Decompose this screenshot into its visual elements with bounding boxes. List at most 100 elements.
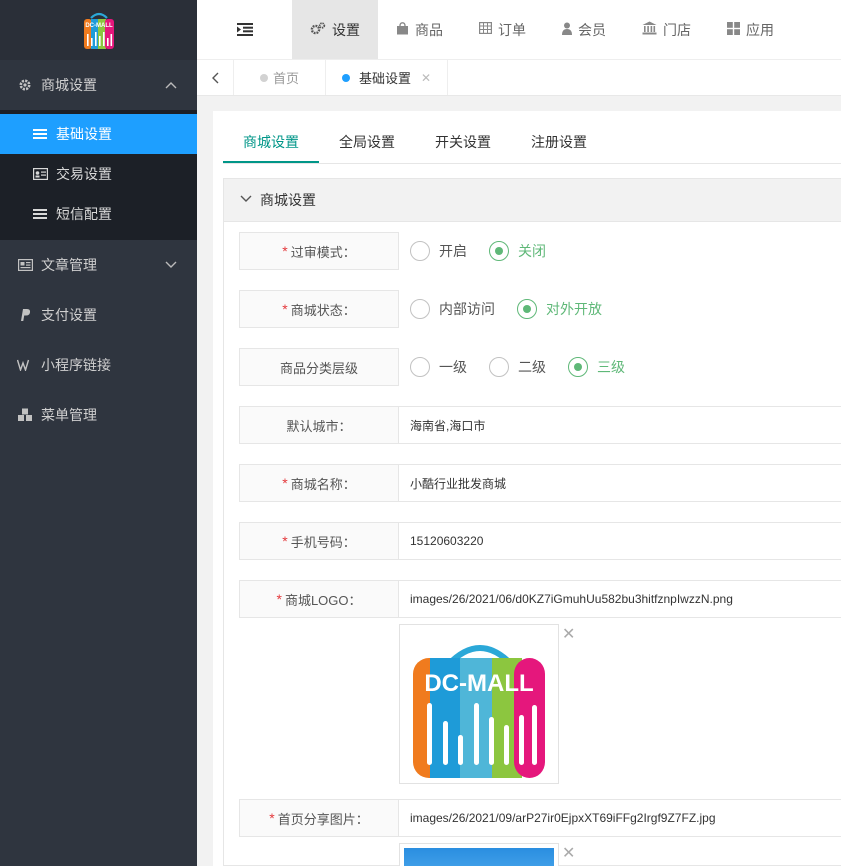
field-label-text: 默认城市：: [286, 418, 352, 434]
menu-group-mall-settings: 商城设置 基础设置 交易设置 短信配置: [0, 60, 197, 240]
topnav-tab-label: 会员: [578, 21, 606, 38]
page-tab-home[interactable]: 首页: [234, 60, 327, 95]
field-label-text: 商城状态：: [290, 302, 356, 318]
radio-review-off[interactable]: 关闭: [489, 241, 546, 261]
tabs-scroll-left-button[interactable]: [197, 60, 234, 95]
id-card-icon: [32, 168, 48, 180]
page-tab-label: 首页: [273, 71, 300, 86]
tab-switch-settings[interactable]: 开关设置: [415, 124, 511, 163]
radio-label: 对外开放: [546, 301, 602, 317]
tab-register-settings[interactable]: 注册设置: [511, 124, 607, 163]
radio-circle: [410, 241, 430, 261]
th-large-icon: [727, 21, 740, 38]
topnav-tab-stores[interactable]: 门店: [624, 0, 709, 59]
chevron-left-icon: [212, 72, 219, 83]
close-tab-icon[interactable]: ✕: [421, 71, 431, 85]
menu-item-label: 小程序链接: [41, 357, 111, 373]
topnav-tab-label: 应用: [746, 21, 774, 38]
radio-circle: [517, 299, 537, 319]
mall-name-input[interactable]: 小酷行业批发商城: [399, 464, 841, 502]
menu-item-label: 菜单管理: [41, 407, 97, 423]
phone-input[interactable]: 15120603220: [399, 522, 841, 560]
remove-logo-icon[interactable]: ✕: [562, 624, 575, 644]
user-icon: [562, 22, 572, 38]
menu-item-label: 支付设置: [41, 307, 97, 323]
review-mode-radios: 开启 关闭: [399, 232, 568, 270]
topnav-tab-label: 设置: [332, 21, 360, 38]
topnav-tab-members[interactable]: 会员: [544, 0, 624, 59]
tab-status-dot: [260, 73, 268, 82]
share-image-path-input[interactable]: images/26/2021/09/arP27ir0EjpxXT69iFFg2I…: [399, 799, 841, 837]
settings-subtabs: 商城设置 全局设置 开关设置 注册设置: [223, 124, 841, 164]
chevron-up-icon: [165, 78, 177, 92]
tab-mall-settings[interactable]: 商城设置: [223, 124, 319, 163]
tab-global-settings[interactable]: 全局设置: [319, 124, 415, 163]
form-row-logo: * 商城LOGO： images/26/2021/06/d0KZ7iGmuhUu5…: [239, 580, 841, 618]
topnav-tab-label: 订单: [498, 21, 526, 38]
panel-header[interactable]: 商城设置: [224, 179, 841, 222]
radio-public-open[interactable]: 对外开放: [517, 299, 602, 319]
panel-title: 商城设置: [260, 192, 316, 208]
required-mark: *: [276, 591, 282, 607]
topnav-tab-apps[interactable]: 应用: [709, 0, 792, 59]
radio-label: 内部访问: [439, 301, 495, 317]
form-row-phone: * 手机号码： 15120603220: [239, 522, 841, 560]
paypal-icon: [17, 307, 33, 323]
form-row-review-mode: * 过审模式： 开启 关闭: [239, 232, 841, 270]
menu-item-mall-settings[interactable]: 商城设置: [0, 60, 197, 110]
gears-icon: [310, 21, 326, 38]
field-label-text: 首页分享图片：: [277, 811, 369, 827]
sidebar-item-basic-settings[interactable]: 基础设置: [0, 114, 197, 154]
topnav-tab-orders[interactable]: 订单: [461, 0, 544, 59]
sidebar-item-trade-settings[interactable]: 交易设置: [0, 154, 197, 194]
gear-icon: [17, 77, 33, 93]
radio-label: 三级: [597, 359, 625, 375]
dc-mall-logo[interactable]: DC-MALL: [81, 10, 117, 50]
category-level-radios: 一级 二级 三级: [399, 348, 647, 386]
field-label: * 首页分享图片：: [239, 799, 399, 837]
sidebar-item-sms-config[interactable]: 短信配置: [0, 194, 197, 234]
bank-icon: [642, 21, 657, 38]
required-mark: *: [282, 533, 288, 549]
radio-label: 开启: [439, 243, 467, 259]
menu-item-article-management[interactable]: 文章管理: [0, 240, 197, 290]
menu-item-menu-management[interactable]: 菜单管理: [0, 390, 197, 440]
topnav-tab-label: 门店: [663, 21, 691, 38]
logo-path-input[interactable]: images/26/2021/06/d0KZ7iGmuhUu582bu3hitf…: [399, 580, 841, 618]
topnav-tab-goods[interactable]: 商品: [378, 0, 461, 59]
form-row-mall-status: * 商城状态： 内部访问 对外开放: [239, 290, 841, 328]
list-icon: [32, 208, 48, 220]
sidebar-logo-area: DC-MALL: [0, 0, 197, 60]
field-label: * 商城状态：: [239, 290, 399, 328]
form-row-mall-name: * 商城名称： 小酷行业批发商城: [239, 464, 841, 502]
field-label: * 商城LOGO：: [239, 580, 399, 618]
radio-level-two[interactable]: 二级: [489, 357, 546, 377]
mall-settings-panel: 商城设置 * 过审模式： 开启 关闭 * 商城状态： 内部访问 对外开放 商品分…: [223, 178, 841, 866]
remove-share-image-icon[interactable]: ✕: [562, 843, 575, 863]
radio-internal-access[interactable]: 内部访问: [410, 299, 495, 319]
share-image-thumbnail: [404, 848, 554, 866]
radio-level-one[interactable]: 一级: [410, 357, 467, 377]
page-tab-basic-settings[interactable]: 基础设置 ✕: [326, 60, 449, 95]
menu-item-payment-settings[interactable]: 支付设置: [0, 290, 197, 340]
menu-item-miniprogram-links[interactable]: 小程序链接: [0, 340, 197, 390]
chevron-down-icon: [240, 194, 252, 206]
list-icon: [32, 128, 48, 140]
topnav-tab-settings[interactable]: 设置: [292, 0, 378, 59]
cubes-icon: [17, 407, 33, 423]
form-row-default-city: 默认城市： 海南省,海口市: [239, 406, 841, 444]
radio-label: 二级: [518, 359, 546, 375]
mall-status-radios: 内部访问 对外开放: [399, 290, 624, 328]
field-label-text: 商品分类层级: [279, 360, 358, 376]
default-city-input[interactable]: 海南省,海口市: [399, 406, 841, 444]
page-tabs-bar: 首页 基础设置 ✕: [197, 60, 841, 96]
logo-image-text: DC-MALL: [424, 670, 533, 697]
radio-circle: [489, 241, 509, 261]
field-label-text: 手机号码：: [290, 534, 356, 550]
sidebar-toggle-button[interactable]: [197, 0, 292, 59]
radio-level-three[interactable]: 三级: [568, 357, 625, 377]
radio-review-on[interactable]: 开启: [410, 241, 467, 261]
logo-preview: DC-MALL: [399, 624, 559, 784]
radio-label: 关闭: [518, 243, 546, 259]
top-header: 设置 商品 订单 会员 门店 应用: [197, 0, 841, 60]
